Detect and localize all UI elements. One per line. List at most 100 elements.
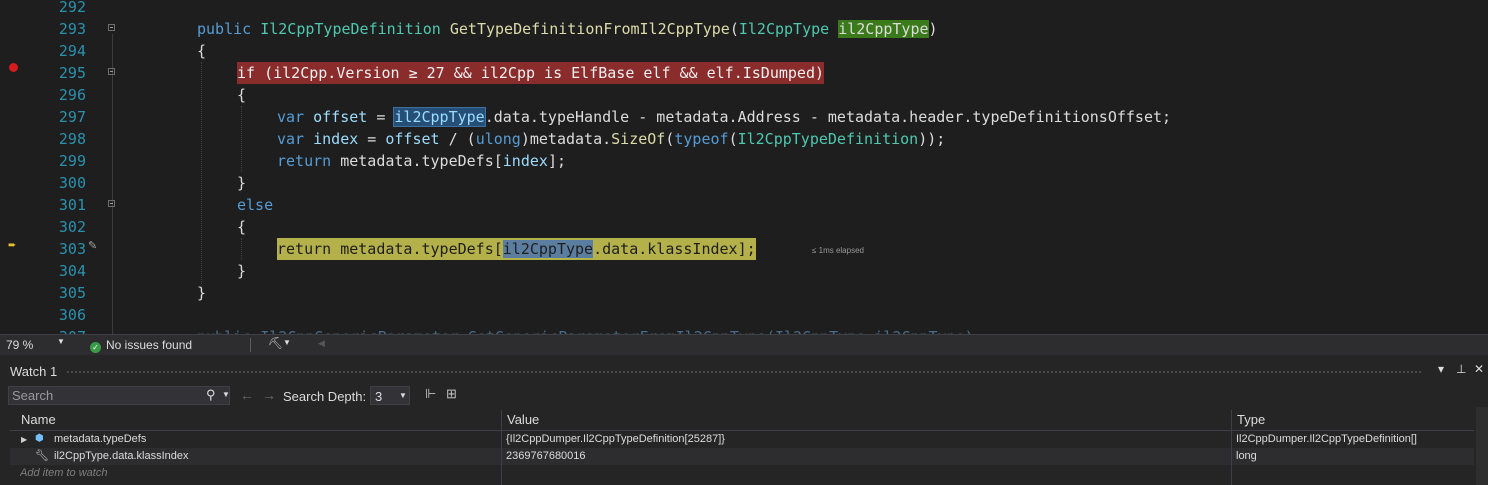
search-depth-label: Search Depth: [283, 389, 367, 404]
code-line: 297 var offset = il2CppType.data.typeHan… [0, 106, 1488, 128]
wrench-property-icon: 🔧︎ [35, 450, 49, 462]
code-line: 305 } [0, 282, 1488, 304]
check-circle-icon: ✓ [90, 342, 101, 353]
code-text: var offset = il2CppType.data.typeHandle … [277, 107, 1172, 127]
line-number: 301 [58, 196, 86, 214]
current-statement-highlight: return metadata.typeDefs[il2CppType.data… [277, 238, 756, 260]
code-line: 298 var index = offset / (ulong)metadata… [0, 128, 1488, 150]
watch-row[interactable]: ▶ ⬢ metadata.typeDefs {Il2CppDumper.Il2C… [10, 431, 1474, 448]
code-line: 293 public Il2CppTypeDefinition GetTypeD… [0, 18, 1488, 40]
column-divider[interactable] [1231, 410, 1232, 485]
code-line: 296 { [0, 84, 1488, 106]
code-line: 307 public Il2CppGenericParameter GetGen… [0, 326, 1488, 334]
code-text: else [237, 196, 274, 214]
scroll-left-icon[interactable]: ◀ [318, 338, 325, 349]
vertical-scrollbar[interactable] [1476, 407, 1488, 485]
issues-indicator[interactable]: ✓ No issues found [90, 335, 192, 355]
search-box[interactable]: ⚲ ▼ [8, 386, 230, 405]
param-highlight: il2CppType [838, 20, 929, 38]
code-text: } [237, 262, 247, 280]
code-text: { [197, 42, 207, 60]
line-number: 298 [58, 130, 86, 148]
search-depth-value: 3 [375, 389, 383, 404]
tool-window-title-bar[interactable]: Watch 1 ▾ ⊥ ✕ [0, 360, 1488, 382]
divider [250, 338, 251, 352]
line-number: 292 [58, 0, 86, 16]
field-cube-icon: ⬢ [35, 433, 44, 444]
search-depth-dropdown[interactable]: 3 ▼ [370, 386, 410, 405]
code-line: 299 return metadata.typeDefs[index]; [0, 150, 1488, 172]
line-number: 304 [58, 262, 86, 280]
code-editor[interactable]: ➨ ✎ 292 293 public Il2CppTypeDefinition … [0, 0, 1488, 334]
zoom-level: 79 % [6, 338, 34, 352]
line-number: 307 [30, 326, 86, 334]
chevron-down-icon[interactable]: ▼ [222, 390, 230, 399]
code-line: 302 { [0, 216, 1488, 238]
code-text: { [237, 218, 247, 236]
code-line-current: 303 return metadata.typeDefs[il2CppType.… [0, 238, 1488, 260]
editor-status-bar: 79 % ▼ ✓ No issues found ⛏ ▼ ◀ [0, 334, 1488, 355]
column-header-value[interactable]: Value [507, 410, 1227, 430]
code-line: 304 } [0, 260, 1488, 282]
watch-type: long [1236, 450, 1257, 462]
code-line: 294 { [0, 40, 1488, 62]
line-number: 302 [58, 218, 86, 236]
watch-name[interactable]: metadata.typeDefs [54, 431, 494, 448]
code-text: public Il2CppGenericParameter GetGeneric… [197, 326, 974, 334]
view-columns-icon[interactable]: ⊞ [446, 386, 457, 402]
line-number: 305 [58, 284, 86, 302]
code-line: 300 } [0, 172, 1488, 194]
expand-triangle-icon[interactable]: ▶ [21, 431, 27, 448]
line-number: 303 [58, 240, 86, 258]
code-text: { [237, 86, 247, 104]
issues-text: No issues found [106, 338, 193, 352]
watch-grid: Name Value Type ▶ ⬢ metadata.typeDefs {I… [10, 410, 1474, 485]
drag-grip[interactable] [66, 370, 1422, 374]
code-text: } [197, 284, 207, 302]
window-position-icon[interactable]: ▾ [1438, 362, 1444, 376]
search-previous-icon[interactable]: ← [240, 387, 254, 403]
chevron-down-icon[interactable]: ▼ [57, 337, 65, 346]
chevron-down-icon[interactable]: ▼ [283, 338, 291, 347]
watch-value[interactable]: {Il2CppDumper.Il2CppTypeDefinition[25287… [506, 431, 1226, 448]
breakpoint-highlight: if (il2Cpp.Version ≥ 27 && il2Cpp is Elf… [237, 62, 824, 84]
line-number: 296 [58, 86, 86, 104]
pin-icon[interactable]: ⊥ [1456, 362, 1466, 376]
pin-filter-icon[interactable]: ⊩ [425, 386, 436, 402]
code-text: var index = offset / (ulong)metadata.Siz… [277, 130, 946, 148]
search-next-icon[interactable]: → [262, 387, 276, 403]
add-watch-row[interactable]: Add item to watch [10, 465, 1474, 482]
watch-panel: Watch 1 ▾ ⊥ ✕ ⚲ ▼ ← → Search Depth: 3 ▼ … [0, 355, 1488, 485]
code-line: 292 [0, 0, 1488, 18]
code-cleanup-icon[interactable]: ⛏ [268, 336, 283, 350]
column-header-type[interactable]: Type [1237, 410, 1467, 430]
code-line: 306 [0, 304, 1488, 326]
column-divider[interactable] [501, 410, 502, 485]
fold-toggle-icon[interactable] [108, 24, 115, 31]
perf-tip-elapsed[interactable]: ≤ 1ms elapsed [812, 246, 864, 255]
reference-highlight: il2CppType [502, 240, 594, 258]
watch-name[interactable]: il2CppType.data.klassIndex [54, 448, 494, 465]
line-number: 299 [58, 152, 86, 170]
line-number: 297 [58, 108, 86, 126]
watch-type: Il2CppDumper.Il2CppTypeDefinition[] [1236, 433, 1417, 445]
panel-title: Watch 1 [10, 364, 58, 379]
watch-row[interactable]: 🔧︎ il2CppType.data.klassIndex 2369767680… [10, 448, 1474, 465]
search-input[interactable] [12, 388, 197, 403]
line-number: 300 [58, 174, 86, 192]
search-icon[interactable]: ⚲ [206, 387, 216, 403]
line-number: 295 [58, 64, 86, 82]
close-icon[interactable]: ✕ [1474, 362, 1484, 376]
chevron-down-icon: ▼ [399, 391, 407, 400]
fold-toggle-icon[interactable] [108, 200, 115, 207]
reference-highlight: il2CppType [393, 107, 486, 127]
watch-value[interactable]: 2369767680016 [506, 448, 1226, 465]
column-header-name[interactable]: Name [21, 410, 501, 430]
line-number: 306 [58, 306, 86, 324]
add-watch-placeholder[interactable]: Add item to watch [20, 465, 490, 482]
line-number: 293 [58, 20, 86, 38]
fold-toggle-icon[interactable] [108, 68, 115, 75]
code-text: } [237, 174, 247, 192]
code-text: public Il2CppTypeDefinition GetTypeDefin… [197, 20, 938, 38]
code-line: 301 else [0, 194, 1488, 216]
